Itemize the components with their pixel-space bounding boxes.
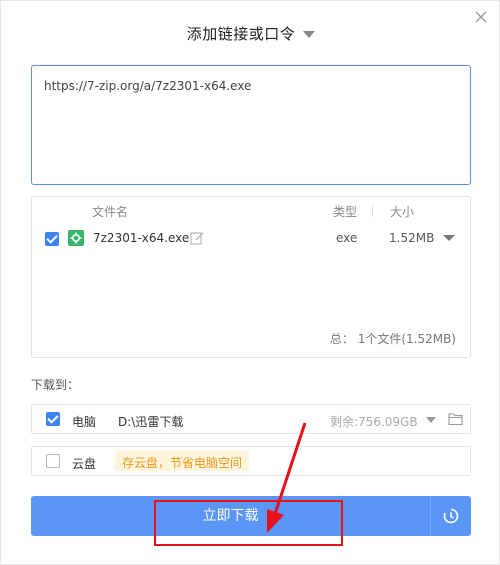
cloud-tip-badge: 存云盘，节省电脑空间	[115, 451, 250, 471]
scheduled-download-button[interactable]	[431, 496, 471, 536]
exe-file-icon	[68, 230, 84, 246]
url-input[interactable]: https://7-zip.org/a/7z2301-x64.exe	[31, 65, 471, 185]
path-dropdown-icon[interactable]	[426, 417, 436, 423]
chevron-down-icon[interactable]	[443, 235, 455, 241]
clock-icon	[443, 508, 459, 524]
close-icon[interactable]	[471, 7, 491, 27]
file-summary: 总： 1个文件(1.52MB)	[329, 332, 456, 346]
edit-icon[interactable]	[190, 231, 204, 245]
cloud-option[interactable]: 云盘 存云盘，节省电脑空间	[31, 446, 471, 476]
file-type: exe	[336, 231, 358, 245]
column-divider	[372, 205, 373, 217]
download-now-button[interactable]: 立即下载	[31, 496, 430, 536]
computer-option[interactable]: 电脑 D:\迅雷下载 剩余:756.09GB	[31, 404, 471, 434]
download-to-label: 下载到：	[31, 378, 80, 392]
download-button-group: 立即下载	[31, 496, 471, 536]
add-link-dialog: 添加链接或口令 https://7-zip.org/a/7z2301-x64.e…	[0, 0, 500, 565]
file-list-header: 文件名 类型 大小	[32, 197, 470, 223]
column-header-size: 大小	[390, 205, 415, 219]
free-space: 剩余:756.09GB	[330, 415, 418, 429]
file-checkbox[interactable]	[45, 232, 59, 246]
cloud-label: 云盘	[72, 457, 97, 471]
dialog-header: 添加链接或口令	[1, 21, 500, 45]
cloud-checkbox[interactable]	[46, 454, 60, 468]
column-header-name: 文件名	[92, 205, 129, 219]
save-path[interactable]: D:\迅雷下载	[118, 413, 183, 430]
file-size: 1.52MB	[389, 231, 435, 245]
title-dropdown-icon[interactable]	[303, 30, 316, 38]
url-input-value: https://7-zip.org/a/7z2301-x64.exe	[44, 79, 252, 93]
column-header-type: 类型	[333, 205, 358, 219]
computer-checkbox[interactable]	[46, 412, 60, 426]
computer-label: 电脑	[72, 415, 97, 429]
file-list-panel: 文件名 类型 大小 7z2301-x64.exe exe 1.52MB 总： 1…	[31, 196, 471, 358]
folder-icon[interactable]	[448, 412, 463, 426]
file-name: 7z2301-x64.exe	[93, 231, 190, 245]
dialog-title: 添加链接或口令	[186, 24, 296, 43]
file-row[interactable]: 7z2301-x64.exe exe 1.52MB	[32, 227, 470, 251]
